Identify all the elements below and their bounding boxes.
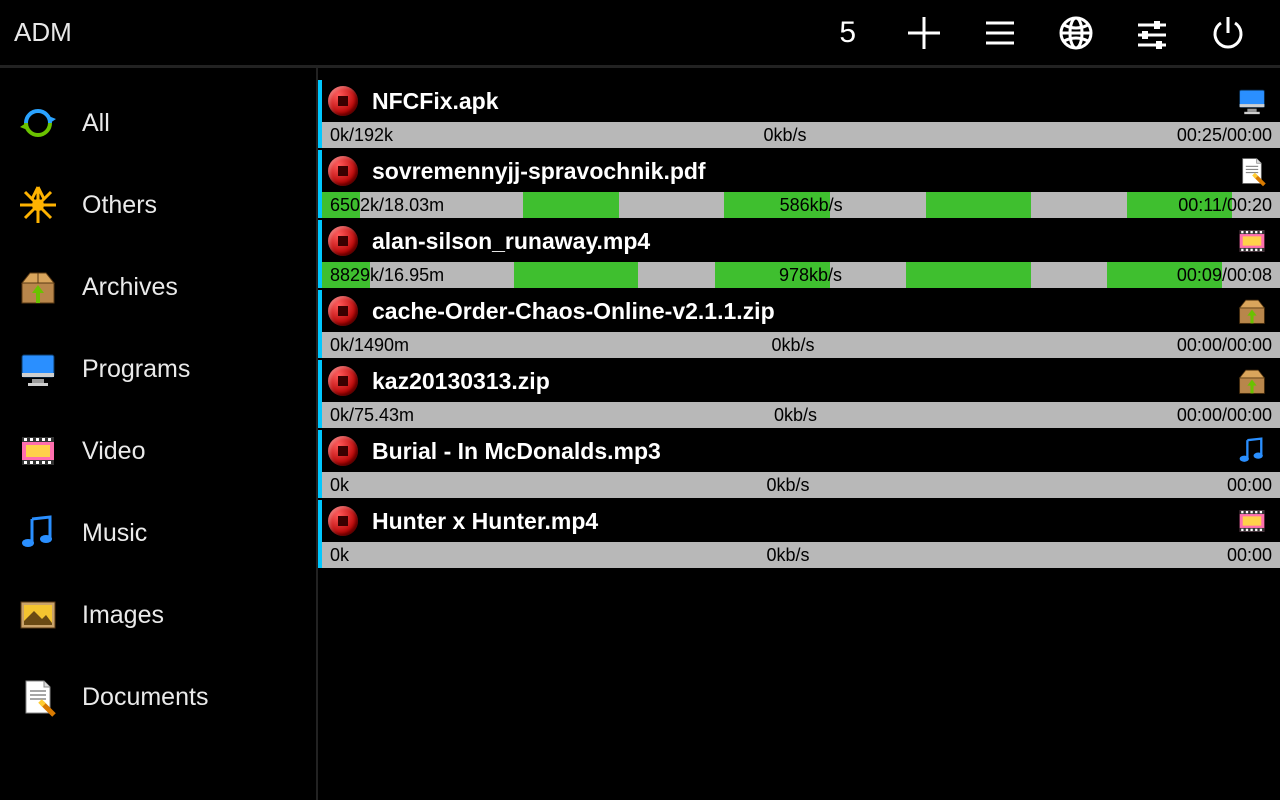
picture-icon <box>14 591 62 639</box>
download-row-header: alan-silson_runaway.mp4 <box>322 220 1280 262</box>
power-button[interactable] <box>1200 5 1256 61</box>
download-row[interactable]: alan-silson_runaway.mp4 8829k/16.95m978kb… <box>318 220 1280 288</box>
download-row-header: Hunter x Hunter.mp4 <box>322 500 1280 542</box>
settings-button[interactable] <box>1124 5 1180 61</box>
time-text: 00:00 <box>1227 545 1272 566</box>
video-icon <box>1234 503 1270 539</box>
size-text: 0k/1490m <box>330 335 409 356</box>
size-text: 0k <box>330 545 349 566</box>
sidebar-item-label: Documents <box>82 683 208 712</box>
time-text: 00:25/00:00 <box>1177 125 1272 146</box>
speed-text: 0kb/s <box>349 545 1227 566</box>
size-text: 8829k/16.95m <box>330 265 444 286</box>
sidebar-item-label: Video <box>82 437 146 466</box>
download-row[interactable]: Hunter x Hunter.mp4 0k0kb/s00:00 <box>318 500 1280 568</box>
stop-button[interactable] <box>328 366 358 396</box>
stop-button[interactable] <box>328 436 358 466</box>
stop-button[interactable] <box>328 226 358 256</box>
time-text: 00:00/00:00 <box>1177 335 1272 356</box>
sidebar-item-label: Programs <box>82 355 190 384</box>
size-text: 0k/192k <box>330 125 393 146</box>
sidebar-item-video[interactable]: Video <box>0 410 316 492</box>
refresh-icon <box>14 99 62 147</box>
download-row[interactable]: kaz20130313.zip 0k/75.43m0kb/s00:00/00:00 <box>318 360 1280 428</box>
sidebar-item-label: Images <box>82 601 164 630</box>
archive-icon <box>1234 293 1270 329</box>
stop-button[interactable] <box>328 156 358 186</box>
file-name: alan-silson_runaway.mp4 <box>372 228 1234 255</box>
video-icon <box>1234 223 1270 259</box>
download-list: NFCFix.apk0k/192k0kb/s00:25/00:00sovreme… <box>318 68 1280 800</box>
download-row-header: Burial - In McDonalds.mp3 <box>322 430 1280 472</box>
music-note-icon <box>14 509 62 557</box>
speed-text: 0kb/s <box>414 405 1177 426</box>
file-name: NFCFix.apk <box>372 88 1234 115</box>
sidebar-item-label: Archives <box>82 273 178 302</box>
file-name: Hunter x Hunter.mp4 <box>372 508 1234 535</box>
sidebar-item-all[interactable]: All <box>0 82 316 164</box>
download-row-header: NFCFix.apk <box>322 80 1280 122</box>
speed-text: 0kb/s <box>393 125 1177 146</box>
active-count: 5 <box>839 16 856 50</box>
sidebar-item-label: Others <box>82 191 157 220</box>
size-text: 0k <box>330 475 349 496</box>
archive-box-icon <box>14 263 62 311</box>
time-text: 00:00/00:00 <box>1177 405 1272 426</box>
download-row-header: kaz20130313.zip <box>322 360 1280 402</box>
stop-button[interactable] <box>328 296 358 326</box>
download-row-header: cache-Order-Chaos-Online-v2.1.1.zip <box>322 290 1280 332</box>
download-row-header: sovremennyjj-spravochnik.pdf <box>322 150 1280 192</box>
file-name: sovremennyjj-spravochnik.pdf <box>372 158 1234 185</box>
download-row[interactable]: Burial - In McDonalds.mp3 0k0kb/s00:00 <box>318 430 1280 498</box>
download-row[interactable]: sovremennyjj-spravochnik.pdf 6502k/18.03m… <box>318 150 1280 218</box>
speed-text: 978kb/s <box>444 265 1177 286</box>
program-icon <box>1234 83 1270 119</box>
film-icon <box>14 427 62 475</box>
file-name: kaz20130313.zip <box>372 368 1234 395</box>
add-button[interactable] <box>896 5 952 61</box>
sidebar-item-music[interactable]: Music <box>0 492 316 574</box>
star-burst-icon <box>14 181 62 229</box>
progress-bar: 0k0kb/s00:00 <box>322 542 1280 568</box>
progress-bar: 0k/1490m0kb/s00:00/00:00 <box>322 332 1280 358</box>
browser-button[interactable] <box>1048 5 1104 61</box>
file-name: Burial - In McDonalds.mp3 <box>372 438 1234 465</box>
speed-text: 0kb/s <box>409 335 1177 356</box>
stop-button[interactable] <box>328 506 358 536</box>
app-title: ADM <box>14 17 72 48</box>
size-text: 0k/75.43m <box>330 405 414 426</box>
progress-bar: 0k/192k0kb/s00:25/00:00 <box>322 122 1280 148</box>
progress-bar: 0k0kb/s00:00 <box>322 472 1280 498</box>
progress-bar: 8829k/16.95m978kb/s00:09/00:08 <box>322 262 1280 288</box>
sidebar-item-documents[interactable]: Documents <box>0 656 316 738</box>
download-row[interactable]: cache-Order-Chaos-Online-v2.1.1.zip 0k/14… <box>318 290 1280 358</box>
size-text: 6502k/18.03m <box>330 195 444 216</box>
time-text: 00:11/00:20 <box>1178 195 1272 216</box>
time-text: 00:00 <box>1227 475 1272 496</box>
progress-bar: 0k/75.43m0kb/s00:00/00:00 <box>322 402 1280 428</box>
monitor-icon <box>14 345 62 393</box>
speed-text: 0kb/s <box>349 475 1227 496</box>
archive-icon <box>1234 363 1270 399</box>
download-row[interactable]: NFCFix.apk 0k/192k0kb/s00:25/00:00 <box>318 80 1280 148</box>
file-name: cache-Order-Chaos-Online-v2.1.1.zip <box>372 298 1234 325</box>
menu-button[interactable] <box>972 5 1028 61</box>
document-icon <box>14 673 62 721</box>
sidebar-item-others[interactable]: Others <box>0 164 316 246</box>
stop-button[interactable] <box>328 86 358 116</box>
sidebar-item-archives[interactable]: Archives <box>0 246 316 328</box>
sidebar-item-programs[interactable]: Programs <box>0 328 316 410</box>
document-icon <box>1234 153 1270 189</box>
sidebar-item-label: Music <box>82 519 147 548</box>
sidebar-item-label: All <box>82 109 110 138</box>
progress-bar: 6502k/18.03m586kb/s00:11/00:20 <box>322 192 1280 218</box>
time-text: 00:09/00:08 <box>1177 265 1272 286</box>
music-icon <box>1234 433 1270 469</box>
sidebar-item-images[interactable]: Images <box>0 574 316 656</box>
speed-text: 586kb/s <box>444 195 1178 216</box>
sidebar: All Others Archives Programs <box>0 68 318 800</box>
header: ADM 5 <box>0 0 1280 68</box>
